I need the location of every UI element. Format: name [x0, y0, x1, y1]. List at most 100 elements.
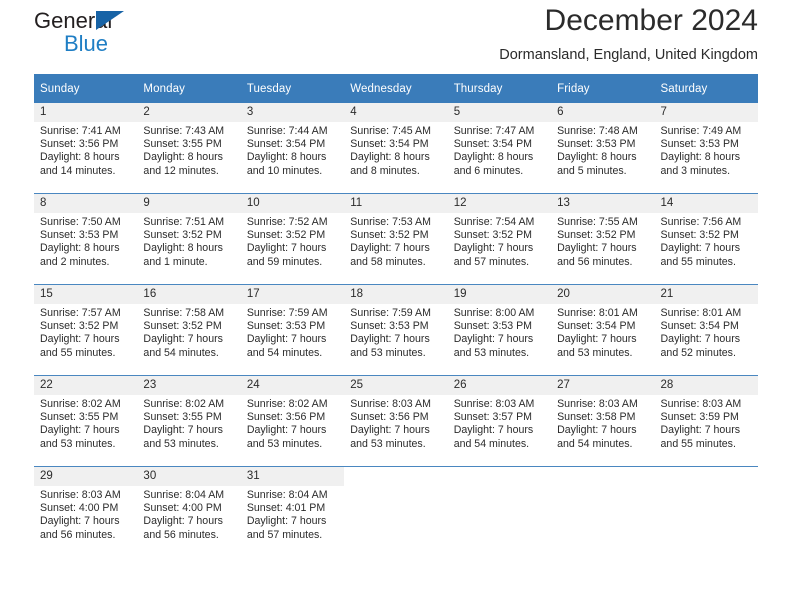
calendar-day-cell[interactable]: 17 Sunrise: 7:59 AM Sunset: 3:53 PM Dayligh…: [240, 284, 345, 376]
calendar-day-cell[interactable]: 2 Sunrise: 7:43 AM Sunset: 3:55 PM Daylight…: [137, 103, 241, 194]
logo-triangle-icon: [96, 11, 124, 30]
day-cell-inner: 5 Sunrise: 7:47 AM Sunset: 3:54 PM Daylight…: [447, 103, 552, 193]
day-cell-inner: 13 Sunrise: 7:55 AM Sunset: 3:52 PM Dayligh…: [551, 194, 655, 284]
calendar-day-cell[interactable]: 16 Sunrise: 7:58 AM Sunset: 3:52 PM Dayligh…: [137, 284, 241, 376]
day-daylight-1-text: Daylight: 8 hours: [40, 151, 120, 164]
day-number: 23: [137, 376, 241, 395]
day-daylight-2-text: and 12 minutes.: [143, 164, 219, 177]
day-sunrise-text: Sunrise: 8:02 AM: [143, 398, 225, 410]
calendar-day-cell[interactable]: 9 Sunrise: 7:51 AM Sunset: 3:52 PM Daylight…: [137, 193, 241, 285]
calendar-day-cell[interactable]: 22 Sunrise: 8:02 AM Sunset: 3:55 PM Dayligh…: [34, 375, 138, 467]
day-daylight-1-text: Daylight: 7 hours: [557, 333, 637, 346]
day-cell-inner: 29 Sunrise: 8:03 AM Sunset: 4:00 PM Dayligh…: [34, 467, 138, 557]
day-daylight-2-text: and 56 minutes.: [143, 528, 219, 541]
day-daylight-1-text: Daylight: 7 hours: [660, 333, 741, 346]
calendar-day-cell[interactable]: 5 Sunrise: 7:47 AM Sunset: 3:54 PM Daylight…: [447, 103, 552, 194]
day-cell-inner: 28 Sunrise: 8:03 AM Sunset: 3:59 PM Dayligh…: [654, 376, 758, 466]
day-sunset-text: Sunset: 4:00 PM: [40, 502, 119, 515]
day-number: 30: [137, 467, 241, 486]
weekday-header-tuesday: Tuesday: [240, 74, 345, 103]
day-sun-info: [551, 473, 654, 476]
day-cell-inner: 14 Sunrise: 7:56 AM Sunset: 3:52 PM Dayligh…: [654, 194, 758, 284]
day-daylight-1-text: Daylight: 7 hours: [453, 242, 534, 255]
day-daylight-2-text: and 55 minutes.: [40, 346, 116, 359]
calendar-day-cell[interactable]: 20 Sunrise: 8:01 AM Sunset: 3:54 PM Dayligh…: [551, 284, 655, 376]
day-sunrise-text: Sunrise: 7:59 AM: [350, 307, 431, 319]
day-sunset-text: Sunset: 3:52 PM: [143, 320, 222, 333]
day-cell-inner: [551, 467, 655, 557]
calendar-header-row: Sunday Monday Tuesday Wednesday Thursday…: [34, 74, 758, 103]
calendar-day-cell[interactable]: 6 Sunrise: 7:48 AM Sunset: 3:53 PM Daylight…: [551, 103, 655, 194]
day-sunrise-text: Sunrise: 7:53 AM: [350, 216, 431, 228]
day-cell-inner: 3 Sunrise: 7:44 AM Sunset: 3:54 PM Daylight…: [240, 103, 345, 193]
day-number: 28: [654, 376, 758, 395]
day-sunrise-text: Sunrise: 7:51 AM: [143, 216, 225, 228]
day-sunrise-text: Sunrise: 8:03 AM: [40, 489, 121, 501]
day-number: 27: [551, 376, 655, 395]
page-title: December 2024: [544, 4, 758, 37]
calendar-day-cell[interactable]: 29 Sunrise: 8:03 AM Sunset: 4:00 PM Dayligh…: [34, 466, 138, 557]
day-number: 10: [240, 194, 345, 213]
calendar-day-cell[interactable]: 4 Sunrise: 7:45 AM Sunset: 3:54 PM Daylight…: [344, 103, 448, 194]
day-number: 26: [447, 376, 552, 395]
calendar-day-cell[interactable]: 11 Sunrise: 7:53 AM Sunset: 3:52 PM Dayligh…: [344, 193, 448, 285]
calendar-day-cell[interactable]: 13 Sunrise: 7:55 AM Sunset: 3:52 PM Dayligh…: [551, 193, 655, 285]
day-sunrise-text: Sunrise: 7:52 AM: [246, 216, 328, 228]
calendar-day-cell[interactable]: 30 Sunrise: 8:04 AM Sunset: 4:00 PM Dayligh…: [137, 466, 241, 557]
day-sunrise-text: Sunrise: 8:03 AM: [557, 398, 638, 410]
day-sunset-text: Sunset: 3:56 PM: [350, 411, 429, 424]
calendar-day-cell-empty: [447, 466, 552, 557]
page-subtitle: Dormansland, England, United Kingdom: [499, 47, 758, 63]
calendar-day-cell[interactable]: 10 Sunrise: 7:52 AM Sunset: 3:52 PM Dayligh…: [240, 193, 345, 285]
calendar-day-cell[interactable]: 18 Sunrise: 7:59 AM Sunset: 3:53 PM Dayligh…: [344, 284, 448, 376]
day-daylight-2-text: and 53 minutes.: [350, 437, 426, 450]
day-sun-info: Sunrise: 7:52 AM Sunset: 3:52 PM Daylight:…: [241, 213, 344, 269]
weekday-header-saturday: Saturday: [654, 74, 758, 103]
day-daylight-1-text: Daylight: 8 hours: [246, 151, 327, 164]
day-sun-info: [344, 473, 447, 476]
calendar-day-cell[interactable]: 23 Sunrise: 8:02 AM Sunset: 3:55 PM Dayligh…: [137, 375, 241, 467]
calendar-day-cell[interactable]: 19 Sunrise: 8:00 AM Sunset: 3:53 PM Dayligh…: [447, 284, 552, 376]
calendar-day-cell[interactable]: 12 Sunrise: 7:54 AM Sunset: 3:52 PM Dayligh…: [447, 193, 552, 285]
day-sunset-text: Sunset: 3:56 PM: [246, 411, 326, 424]
calendar-day-cell[interactable]: 27 Sunrise: 8:03 AM Sunset: 3:58 PM Dayligh…: [551, 375, 655, 467]
day-daylight-1-text: Daylight: 7 hours: [246, 424, 327, 437]
calendar-day-cell[interactable]: 28 Sunrise: 8:03 AM Sunset: 3:59 PM Dayligh…: [654, 375, 758, 467]
general-blue-logo[interactable]: General Blue: [34, 8, 204, 62]
day-sunrise-text: Sunrise: 8:03 AM: [453, 398, 535, 410]
day-sunrise-text: Sunrise: 8:03 AM: [660, 398, 742, 410]
logo-text-blue: Blue: [64, 31, 109, 56]
calendar-day-cell[interactable]: 7 Sunrise: 7:49 AM Sunset: 3:53 PM Daylight…: [654, 103, 758, 194]
day-daylight-1-text: Daylight: 7 hours: [143, 424, 223, 437]
day-sunset-text: Sunset: 3:55 PM: [143, 411, 222, 424]
calendar-day-cell[interactable]: 8 Sunrise: 7:50 AM Sunset: 3:53 PM Daylight…: [34, 193, 138, 285]
day-daylight-1-text: Daylight: 8 hours: [660, 151, 741, 164]
day-daylight-2-text: and 54 minutes.: [143, 346, 219, 359]
calendar-day-cell[interactable]: 25 Sunrise: 8:03 AM Sunset: 3:56 PM Dayligh…: [344, 375, 448, 467]
day-daylight-2-text: and 53 minutes.: [350, 346, 426, 359]
day-daylight-1-text: Daylight: 7 hours: [350, 242, 430, 255]
day-daylight-1-text: Daylight: 7 hours: [246, 333, 327, 346]
day-cell-inner: 4 Sunrise: 7:45 AM Sunset: 3:54 PM Daylight…: [344, 103, 448, 193]
day-daylight-2-text: and 54 minutes.: [246, 346, 323, 359]
day-sunset-text: Sunset: 3:52 PM: [660, 229, 739, 242]
calendar-day-cell[interactable]: 21 Sunrise: 8:01 AM Sunset: 3:54 PM Dayligh…: [654, 284, 758, 376]
calendar-day-cell[interactable]: 15 Sunrise: 7:57 AM Sunset: 3:52 PM Dayligh…: [34, 284, 138, 376]
calendar-day-cell[interactable]: 26 Sunrise: 8:03 AM Sunset: 3:57 PM Dayligh…: [447, 375, 552, 467]
day-sunset-text: Sunset: 3:55 PM: [143, 138, 222, 151]
day-daylight-2-text: and 53 minutes.: [143, 437, 219, 450]
day-sunset-text: Sunset: 3:54 PM: [453, 138, 533, 151]
weekday-header-monday: Monday: [137, 74, 241, 103]
day-daylight-1-text: Daylight: 8 hours: [143, 151, 223, 164]
day-sunset-text: Sunset: 3:52 PM: [246, 229, 326, 242]
calendar-day-cell[interactable]: 31 Sunrise: 8:04 AM Sunset: 4:01 PM Dayligh…: [240, 466, 345, 557]
calendar-day-cell[interactable]: 24 Sunrise: 8:02 AM Sunset: 3:56 PM Dayligh…: [240, 375, 345, 467]
calendar-day-cell[interactable]: 1 Sunrise: 7:41 AM Sunset: 3:56 PM Daylight…: [34, 103, 138, 194]
day-daylight-2-text: and 56 minutes.: [40, 528, 116, 541]
calendar-day-cell[interactable]: 14 Sunrise: 7:56 AM Sunset: 3:52 PM Dayligh…: [654, 193, 758, 285]
day-cell-inner: [344, 467, 448, 557]
calendar-day-cell[interactable]: 3 Sunrise: 7:44 AM Sunset: 3:54 PM Daylight…: [240, 103, 345, 194]
day-daylight-2-text: and 55 minutes.: [660, 255, 736, 268]
day-sun-info: Sunrise: 7:55 AM Sunset: 3:52 PM Daylight:…: [551, 213, 654, 269]
day-sunrise-text: Sunrise: 7:43 AM: [143, 125, 225, 137]
